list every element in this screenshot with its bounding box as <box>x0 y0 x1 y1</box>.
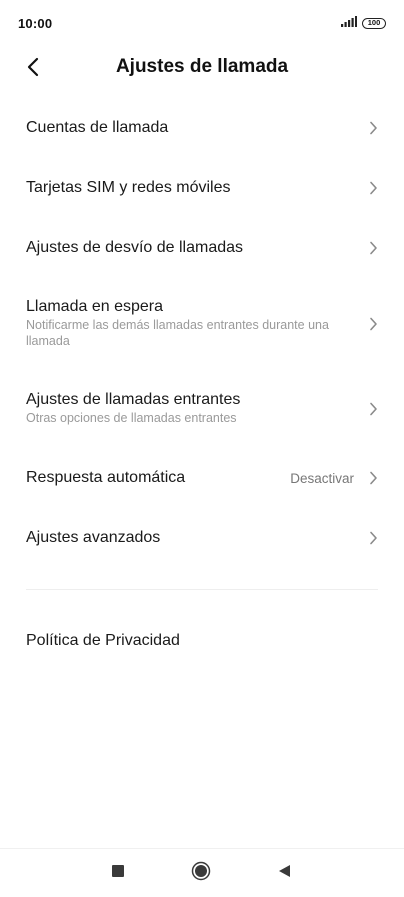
chevron-right-icon <box>364 241 378 255</box>
square-icon <box>112 864 124 882</box>
triangle-left-icon <box>278 864 291 883</box>
item-title: Tarjetas SIM y redes móviles <box>26 179 231 196</box>
section-divider <box>26 589 378 590</box>
item-subtitle: Otras opciones de llamadas entrantes <box>26 411 237 426</box>
item-texts: Llamada en espera Notificarme las demás … <box>26 298 364 349</box>
chevron-right-icon <box>364 121 378 135</box>
chevron-right-icon <box>364 181 378 195</box>
item-texts: Ajustes de llamadas entrantes Otras opci… <box>26 391 364 427</box>
item-texts: Cuentas de llamada <box>26 119 364 137</box>
item-subtitle: Notificarme las demás llamadas entrantes… <box>26 318 329 348</box>
item-tarjetas-sim[interactable]: Tarjetas SIM y redes móviles <box>0 158 404 218</box>
item-texts: Tarjetas SIM y redes móviles <box>26 179 364 197</box>
status-indicators: 100 <box>341 14 386 32</box>
item-texts: Respuesta automática <box>26 469 290 487</box>
item-title: Ajustes de llamadas entrantes <box>26 391 241 409</box>
signal-icon <box>341 14 357 32</box>
home-button[interactable] <box>191 861 211 886</box>
item-title: Llamada en espera <box>26 298 163 316</box>
item-texts: Ajustes de desvío de llamadas <box>26 239 364 257</box>
item-title: Cuentas de llamada <box>26 119 169 136</box>
status-time: 10:00 <box>18 15 53 31</box>
item-llamadas-entrantes[interactable]: Ajustes de llamadas entrantes Otras opci… <box>0 370 404 448</box>
item-desvio-llamadas[interactable]: Ajustes de desvío de llamadas <box>0 218 404 278</box>
navigation-bar <box>0 848 404 897</box>
chevron-right-icon <box>364 317 378 331</box>
chevron-right-icon <box>364 402 378 416</box>
chevron-right-icon <box>364 471 378 485</box>
chevron-right-icon <box>364 531 378 545</box>
item-texts: Ajustes avanzados <box>26 529 364 547</box>
item-llamada-en-espera[interactable]: Llamada en espera Notificarme las demás … <box>0 278 404 370</box>
battery-icon: 100 <box>362 17 386 29</box>
item-respuesta-automatica[interactable]: Respuesta automática Desactivar <box>0 448 404 508</box>
item-title: Respuesta automática <box>26 469 186 486</box>
item-title: Ajustes avanzados <box>26 529 161 546</box>
item-value: Desactivar <box>290 470 354 486</box>
header: Ajustes de llamada <box>0 46 404 92</box>
privacy-policy-link[interactable]: Política de Privacidad <box>26 632 180 650</box>
page-title: Ajustes de llamada <box>115 56 289 77</box>
item-cuentas-de-llamada[interactable]: Cuentas de llamada <box>0 98 404 158</box>
status-bar: 10:00 100 <box>0 0 404 46</box>
item-ajustes-avanzados[interactable]: Ajustes avanzados <box>0 508 404 568</box>
nav-back-button[interactable] <box>274 863 294 883</box>
settings-list: Cuentas de llamada Tarjetas SIM y redes … <box>0 98 404 568</box>
recents-button[interactable] <box>108 863 128 883</box>
circle-icon <box>191 861 211 886</box>
item-title: Ajustes de desvío de llamadas <box>26 239 244 256</box>
